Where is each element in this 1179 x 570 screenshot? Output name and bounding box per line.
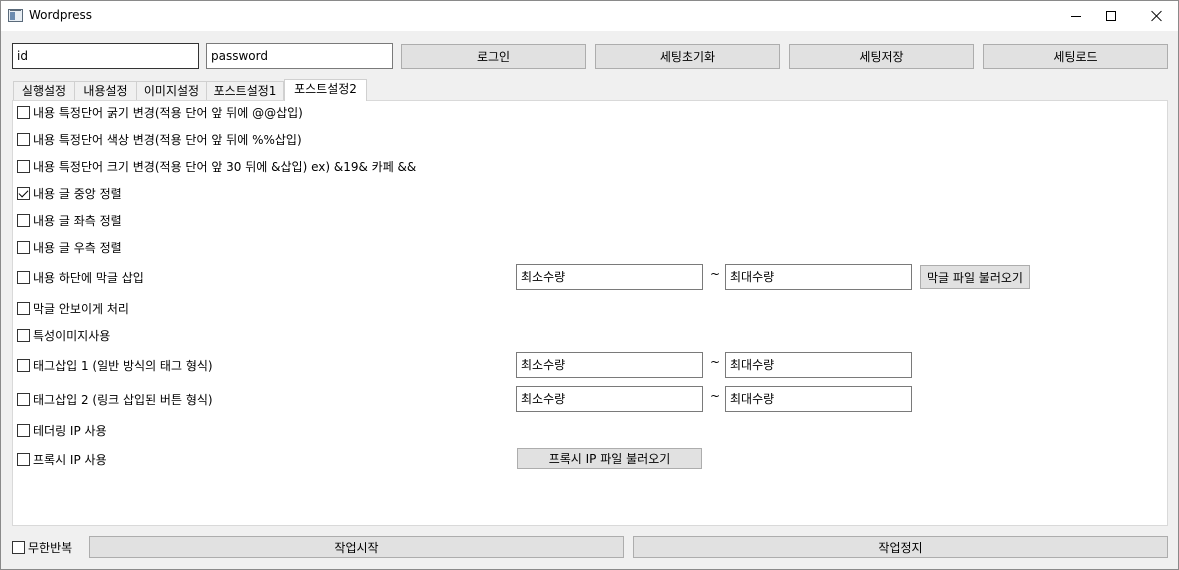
tab-content-settings[interactable]: 내용설정 [74, 81, 137, 101]
filler-max-input[interactable] [725, 264, 912, 290]
proxy-ip-checkbox[interactable] [17, 452, 30, 466]
infinite-loop-label: 무한반복 [28, 541, 73, 555]
load-settings-button[interactable]: 세팅로드 [983, 44, 1168, 69]
bold-keyword-option[interactable]: 내용 특정단어 굵기 변경(적용 단어 앞 뒤에 @@삽입) [17, 104, 303, 120]
proxy-ip-option[interactable]: 프록시 IP 사용 [17, 451, 107, 467]
password-input[interactable] [206, 43, 393, 69]
app-window-icon [8, 9, 23, 22]
window-title: Wordpress [29, 8, 93, 22]
close-icon [1151, 10, 1163, 22]
id-input[interactable] [12, 43, 199, 69]
insert-filler-option[interactable]: 내용 하단에 막글 삽입 [17, 269, 144, 285]
align-right-option[interactable]: 내용 글 우측 정렬 [17, 239, 122, 255]
minimize-icon [1071, 15, 1081, 17]
align-center-checkbox[interactable] [17, 186, 30, 200]
tag-insert-1-option[interactable]: 태그삽입 1 (일반 방식의 태그 형식) [17, 357, 213, 373]
infinite-loop-checkbox[interactable] [12, 541, 25, 554]
color-keyword-option[interactable]: 내용 특정단어 색상 변경(적용 단어 앞 뒤에 %%삽입) [17, 131, 302, 147]
login-button[interactable]: 로그인 [401, 44, 586, 69]
tag-insert-2-checkbox[interactable] [17, 392, 30, 406]
option-label: 프록시 IP 사용 [33, 452, 107, 467]
tag-insert-1-checkbox[interactable] [17, 358, 30, 372]
option-label: 내용 글 우측 정렬 [33, 240, 122, 255]
save-settings-button[interactable]: 세팅저장 [789, 44, 974, 69]
option-label: 내용 특정단어 크기 변경(적용 단어 앞 30 뒤에 &삽입) ex) &19… [33, 159, 417, 174]
filler-min-input[interactable] [516, 264, 703, 290]
tethering-ip-checkbox[interactable] [17, 423, 30, 437]
align-left-option[interactable]: 내용 글 좌측 정렬 [17, 212, 122, 228]
option-label: 막글 안보이게 처리 [33, 301, 129, 316]
tab-post-settings-1[interactable]: 포스트설정1 [206, 81, 284, 101]
align-left-checkbox[interactable] [17, 213, 30, 227]
load-proxy-file-button[interactable]: 프록시 IP 파일 불러오기 [517, 448, 702, 469]
tag1-max-input[interactable] [725, 352, 912, 378]
hide-filler-option[interactable]: 막글 안보이게 처리 [17, 300, 129, 316]
tab-post-settings-2[interactable]: 포스트설정2 [284, 79, 367, 101]
tethering-ip-option[interactable]: 테더링 IP 사용 [17, 422, 107, 438]
start-job-button[interactable]: 작업시작 [89, 536, 624, 558]
featured-image-option[interactable]: 특성이미지사용 [17, 327, 110, 343]
hide-filler-checkbox[interactable] [17, 301, 30, 315]
option-label: 테더링 IP 사용 [33, 423, 107, 438]
bold-keyword-checkbox[interactable] [17, 105, 30, 119]
option-label: 태그삽입 1 (일반 방식의 태그 형식) [33, 358, 213, 373]
stop-job-button[interactable]: 작업정지 [633, 536, 1168, 558]
option-label: 내용 특정단어 색상 변경(적용 단어 앞 뒤에 %%삽입) [33, 132, 302, 147]
option-label: 태그삽입 2 (링크 삽입된 버튼 형식) [33, 392, 213, 407]
option-label: 내용 하단에 막글 삽입 [33, 270, 144, 285]
range-separator: ~ [710, 389, 721, 403]
size-keyword-option[interactable]: 내용 특정단어 크기 변경(적용 단어 앞 30 뒤에 &삽입) ex) &19… [17, 158, 416, 174]
option-label: 특성이미지사용 [33, 328, 111, 343]
maximize-icon [1106, 11, 1116, 21]
align-right-checkbox[interactable] [17, 240, 30, 254]
title-bar[interactable]: Wordpress [1, 1, 1178, 31]
infinite-loop-option[interactable]: 무한반복 [12, 539, 72, 556]
option-label: 내용 글 중앙 정렬 [33, 186, 122, 201]
load-filler-file-button[interactable]: 막글 파일 불러오기 [920, 265, 1030, 289]
option-label: 내용 글 좌측 정렬 [33, 213, 122, 228]
tag-insert-2-option[interactable]: 태그삽입 2 (링크 삽입된 버튼 형식) [17, 391, 213, 407]
insert-filler-checkbox[interactable] [17, 270, 30, 284]
close-button[interactable] [1134, 1, 1179, 31]
tag2-max-input[interactable] [725, 386, 912, 412]
tag1-min-input[interactable] [516, 352, 703, 378]
align-center-option[interactable]: 내용 글 중앙 정렬 [17, 185, 122, 201]
main-window: Wordpress 로그인 세팅초기화 세팅저장 세팅로드 실행설정 내용설정 … [0, 0, 1179, 570]
option-label: 내용 특정단어 굵기 변경(적용 단어 앞 뒤에 @@삽입) [33, 105, 303, 120]
range-separator: ~ [710, 355, 721, 369]
tab-image-settings[interactable]: 이미지설정 [136, 81, 207, 101]
reset-settings-button[interactable]: 세팅초기화 [595, 44, 780, 69]
maximize-button[interactable] [1088, 1, 1134, 31]
size-keyword-checkbox[interactable] [17, 159, 30, 173]
featured-image-checkbox[interactable] [17, 328, 30, 342]
range-separator: ~ [710, 267, 721, 281]
tag2-min-input[interactable] [516, 386, 703, 412]
tab-run-settings[interactable]: 실행설정 [13, 81, 75, 101]
color-keyword-checkbox[interactable] [17, 132, 30, 146]
